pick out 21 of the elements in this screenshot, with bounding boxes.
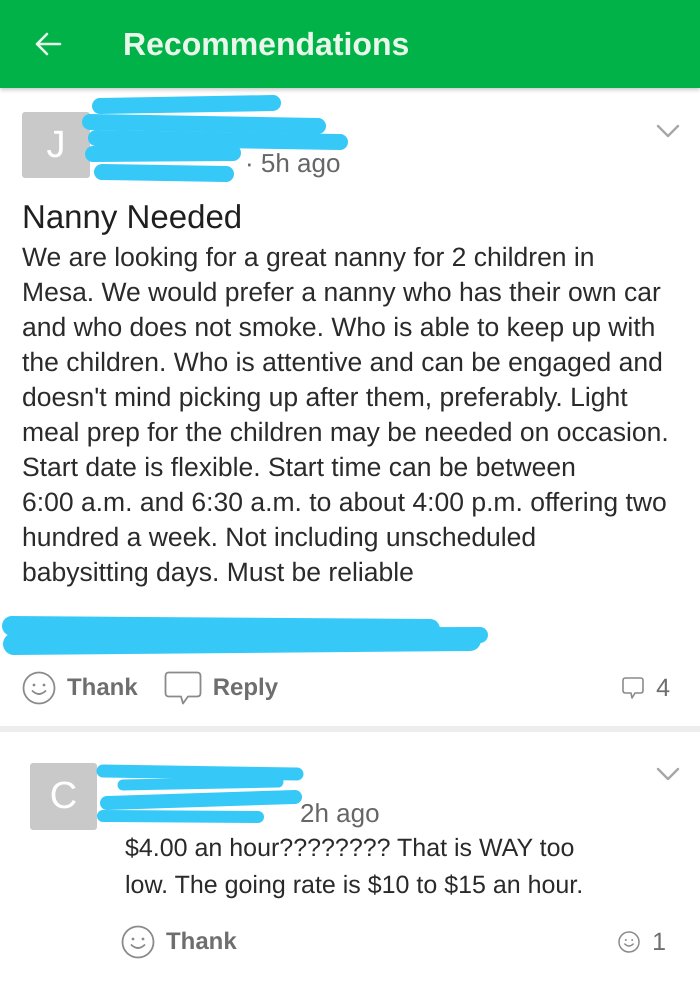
reply-count[interactable]: 4 [622,674,670,702]
thank-button[interactable]: Thank [22,671,138,705]
reply-button[interactable]: Reply [164,671,278,705]
speech-bubble-icon [622,677,644,699]
post-title: Nanny Needed [22,198,244,236]
speech-bubble-icon [164,671,202,705]
chevron-down-icon [656,767,680,781]
post-body: We are looking for a great nanny for 2 children in Mesa. We would prefer a nanny who has their own car and who does not smoke. Who is able to keep up with the children. Who is attentive and can be engaged and doesn't mind picking up after them, preferably. Light meal prep for the children may be needed on occasion. Start date is flexible. Start time can be between 6:00 a.m. and 6:30 a.m. to about 4:00 p.m. offering two hundred a week. Not including unscheduled babysitting days. Must be reliable [22,241,670,589]
chevron-menu-button[interactable] [656,124,680,138]
smiley-icon [121,925,155,959]
post-time: · 5h ago [245,148,340,178]
smiley-icon [22,671,56,705]
comment-time: 2h ago [300,798,380,828]
back-arrow-icon [34,32,62,56]
chevron-menu-button[interactable] [656,767,680,781]
thank-count[interactable]: 1 [618,928,666,956]
chevron-down-icon [656,124,680,138]
smiley-icon [618,931,640,953]
page-title: Recommendations [123,26,410,62]
thank-button[interactable]: Thank [121,925,237,959]
comment-text: $4.00 an hour???????? That is WAY too low. The going rate is $10 to $15 an hour. [125,833,584,901]
